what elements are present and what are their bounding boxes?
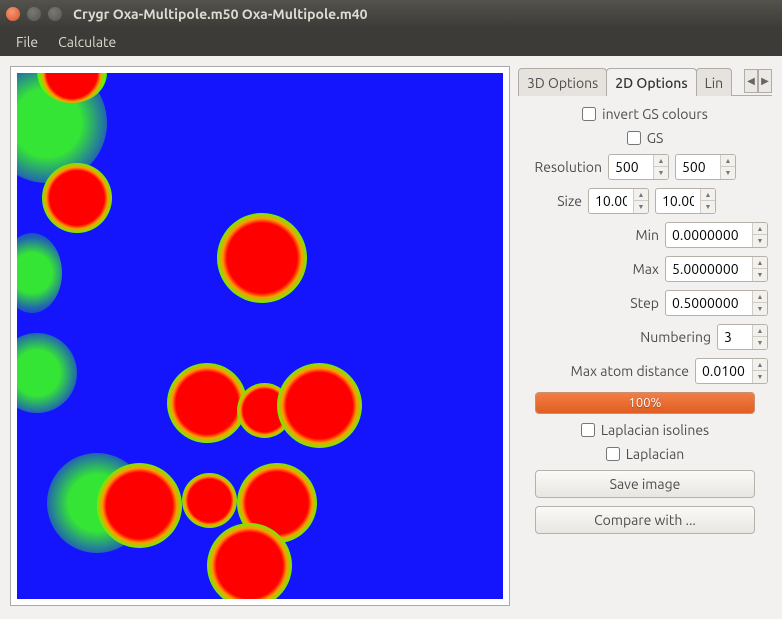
laplacian-isolines-input[interactable] <box>581 423 595 437</box>
chevron-down-icon[interactable]: ▼ <box>753 235 767 247</box>
max-input[interactable] <box>666 257 752 281</box>
numbering-input[interactable] <box>718 325 752 349</box>
max-atom-distance-input[interactable] <box>696 359 752 383</box>
tab-bar: 3D Options 2D Options Lin ◀ ▶ <box>518 66 772 96</box>
chevron-up-icon[interactable]: ▲ <box>753 359 767 371</box>
save-image-button[interactable]: Save image <box>535 470 755 498</box>
laplacian-isolines-label: Laplacian isolines <box>601 422 709 438</box>
window-titlebar: Crygr Oxa-Multipole.m50 Oxa-Multipole.m4… <box>0 0 782 28</box>
gs-checkbox[interactable]: GS <box>627 130 664 146</box>
gs-label: GS <box>647 130 664 146</box>
invert-gs-checkbox[interactable]: invert GS colours <box>582 106 708 122</box>
size-width-stepper[interactable]: ▲▼ <box>588 188 649 214</box>
options-panel: 3D Options 2D Options Lin ◀ ▶ invert GS … <box>518 66 772 609</box>
laplacian-isolines-checkbox[interactable]: Laplacian isolines <box>581 422 709 438</box>
min-stepper[interactable]: ▲▼ <box>665 222 768 248</box>
chevron-up-icon[interactable]: ▲ <box>634 189 648 201</box>
invert-gs-input[interactable] <box>582 107 596 121</box>
resolution-height-input[interactable] <box>676 155 720 179</box>
chevron-down-icon[interactable]: ▼ <box>654 167 668 179</box>
resolution-width-input[interactable] <box>609 155 653 179</box>
max-stepper[interactable]: ▲▼ <box>665 256 768 282</box>
min-label: Min <box>635 227 659 243</box>
menu-calculate[interactable]: Calculate <box>48 30 126 54</box>
minimize-icon[interactable] <box>27 7 41 21</box>
tab-3d-options[interactable]: 3D Options <box>518 68 607 96</box>
window-title: Crygr Oxa-Multipole.m50 Oxa-Multipole.m4… <box>73 6 368 22</box>
tab-scroll-right[interactable]: ▶ <box>758 69 772 93</box>
menu-file[interactable]: File <box>6 30 48 54</box>
chevron-up-icon[interactable]: ▲ <box>701 189 715 201</box>
tab-scroll-left[interactable]: ◀ <box>744 69 758 93</box>
chevron-up-icon[interactable]: ▲ <box>753 257 767 269</box>
size-width-input[interactable] <box>589 189 633 213</box>
resolution-height-stepper[interactable]: ▲▼ <box>675 154 736 180</box>
step-input[interactable] <box>666 291 752 315</box>
resolution-width-stepper[interactable]: ▲▼ <box>608 154 669 180</box>
compare-with-button[interactable]: Compare with ... <box>535 506 755 534</box>
max-atom-distance-stepper[interactable]: ▲▼ <box>695 358 768 384</box>
chevron-up-icon[interactable]: ▲ <box>753 325 767 337</box>
close-icon[interactable] <box>6 7 20 21</box>
maximize-icon[interactable] <box>48 7 62 21</box>
tab-limits[interactable]: Lin <box>696 68 733 96</box>
resolution-label: Resolution <box>522 159 602 175</box>
menubar: File Calculate <box>0 28 782 56</box>
laplacian-input[interactable] <box>606 447 620 461</box>
chevron-up-icon[interactable]: ▲ <box>753 223 767 235</box>
size-height-stepper[interactable]: ▲▼ <box>655 188 716 214</box>
invert-gs-label: invert GS colours <box>602 106 708 122</box>
chevron-down-icon[interactable]: ▼ <box>701 201 715 213</box>
density-map[interactable] <box>17 73 503 599</box>
step-stepper[interactable]: ▲▼ <box>665 290 768 316</box>
gs-input[interactable] <box>627 131 641 145</box>
size-label: Size <box>522 193 582 209</box>
laplacian-checkbox[interactable]: Laplacian <box>606 446 685 462</box>
max-label: Max <box>633 261 659 277</box>
step-label: Step <box>630 295 659 311</box>
chevron-up-icon[interactable]: ▲ <box>753 291 767 303</box>
chevron-down-icon[interactable]: ▼ <box>753 371 767 383</box>
plot-canvas <box>10 66 510 606</box>
size-height-input[interactable] <box>656 189 700 213</box>
chevron-up-icon[interactable]: ▲ <box>721 155 735 167</box>
chevron-down-icon[interactable]: ▼ <box>634 201 648 213</box>
chevron-up-icon[interactable]: ▲ <box>654 155 668 167</box>
numbering-label: Numbering <box>640 329 711 345</box>
min-input[interactable] <box>666 223 752 247</box>
chevron-down-icon[interactable]: ▼ <box>753 303 767 315</box>
numbering-stepper[interactable]: ▲▼ <box>717 324 768 350</box>
chevron-down-icon[interactable]: ▼ <box>721 167 735 179</box>
laplacian-label: Laplacian <box>626 446 685 462</box>
progress-bar: 100% <box>535 392 755 414</box>
chevron-down-icon[interactable]: ▼ <box>753 337 767 349</box>
chevron-down-icon[interactable]: ▼ <box>753 269 767 281</box>
progress-label: 100% <box>536 393 754 413</box>
tab-2d-options[interactable]: 2D Options <box>606 68 696 96</box>
max-atom-distance-label: Max atom distance <box>571 363 689 379</box>
